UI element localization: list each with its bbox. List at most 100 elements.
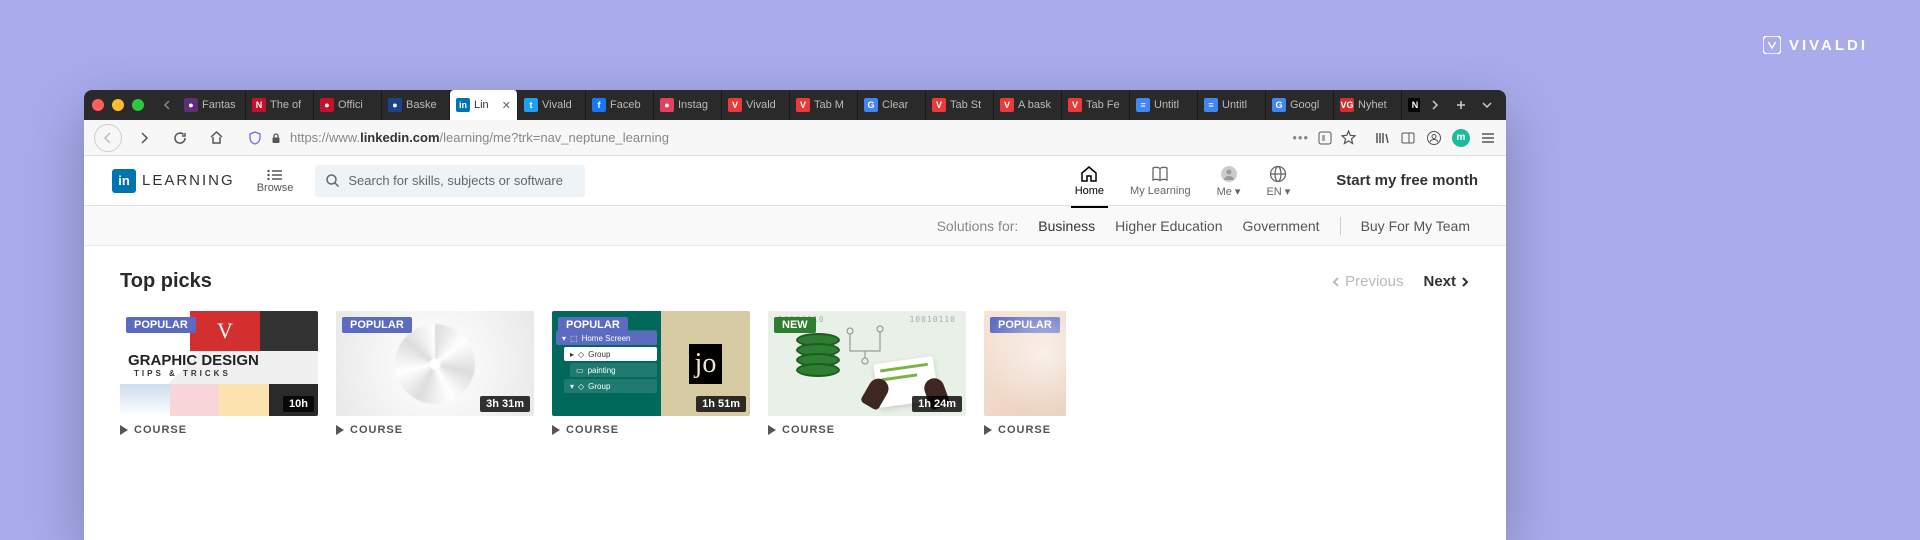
course-card[interactable]: POPULAR COURSE — [984, 311, 1066, 436]
linkedin-logo-text: LEARNING — [142, 172, 235, 189]
tab-title: Instag — [678, 99, 708, 111]
bookmark-star-icon[interactable] — [1341, 130, 1356, 145]
browser-tab[interactable]: ●Baske — [382, 90, 450, 120]
popular-badge: POPULAR — [342, 317, 412, 333]
play-icon — [984, 425, 992, 435]
linkedin-logo-icon: in — [112, 169, 136, 193]
linkedin-header: in LEARNING Browse Search for skills, su… — [84, 156, 1506, 206]
tab-title: Tab St — [950, 99, 981, 111]
divider — [1340, 217, 1341, 235]
card-meta: COURSE — [984, 424, 1066, 436]
nav-language[interactable]: EN ▾ — [1266, 164, 1290, 198]
browse-button[interactable]: Browse — [249, 168, 302, 194]
course-card[interactable]: ▾ ⬚ Home Screen ▸ ◇ Group ▭ painting ▾ ◇… — [552, 311, 750, 436]
chevron-right-icon — [1460, 276, 1470, 288]
browser-tab[interactable]: NNe — [1402, 90, 1420, 120]
subnav-higher-education[interactable]: Higher Education — [1115, 218, 1222, 234]
browser-tab[interactable]: VTab Fe — [1062, 90, 1130, 120]
window-close-button[interactable] — [92, 99, 104, 111]
browser-tab[interactable]: V A bask — [994, 90, 1062, 120]
tab-scroll-right-button[interactable] — [1424, 94, 1446, 116]
subnav-buy[interactable]: Buy For My Team — [1361, 218, 1470, 234]
tab-title: Vivald — [542, 99, 572, 111]
tab-favicon: G — [864, 98, 878, 112]
page-actions-icon[interactable]: ••• — [1292, 130, 1309, 145]
tab-favicon: f — [592, 98, 606, 112]
tab-title: Vivald — [746, 99, 776, 111]
browser-tab[interactable]: fFaceb — [586, 90, 654, 120]
next-button[interactable]: Next — [1423, 273, 1470, 290]
forward-button[interactable] — [130, 124, 158, 152]
browser-tab[interactable]: G Clear — [858, 90, 926, 120]
tab-scroll-left-button[interactable] — [156, 94, 178, 116]
home-button[interactable] — [202, 124, 230, 152]
library-icon[interactable] — [1374, 130, 1390, 146]
reader-mode-icon[interactable] — [1317, 130, 1333, 146]
lock-icon — [270, 132, 282, 144]
course-card[interactable]: V GRAPHIC DESIGN TIPS & TRICKS POPULAR 1… — [120, 311, 318, 436]
browser-tab[interactable]: GGoogl — [1266, 90, 1334, 120]
browser-tab[interactable]: ≡Untitl — [1198, 90, 1266, 120]
tab-title: Clear — [882, 99, 908, 111]
cta-button[interactable]: Start my free month — [1336, 172, 1478, 189]
tab-favicon: in — [456, 98, 470, 112]
tab-close-button[interactable]: ✕ — [502, 99, 511, 112]
back-button[interactable] — [94, 124, 122, 152]
nav-me[interactable]: Me ▾ — [1217, 164, 1241, 198]
tab-title: Googl — [1290, 99, 1319, 111]
card-meta: COURSE — [336, 424, 534, 436]
browser-tab[interactable]: ●Fantas — [178, 90, 246, 120]
chevron-left-icon — [1331, 276, 1341, 288]
menu-icon[interactable] — [1480, 130, 1496, 146]
browser-tab[interactable]: N The of — [246, 90, 314, 120]
tab-favicon: V — [1000, 98, 1014, 112]
browser-tab[interactable]: VGNyhet — [1334, 90, 1402, 120]
browser-tab[interactable]: VTab M — [790, 90, 858, 120]
browser-tab[interactable]: V Vivald — [722, 90, 790, 120]
tab-title: Nyhet — [1358, 99, 1387, 111]
user-icon — [1219, 164, 1239, 184]
tab-title: The of — [270, 99, 301, 111]
section-title: Top picks — [120, 270, 212, 293]
tab-list-button[interactable] — [1476, 94, 1498, 116]
course-card[interactable]: 10100110 10010110 NEW 1h 24m COURSE — [768, 311, 966, 436]
browser-tab[interactable]: VTab St — [926, 90, 994, 120]
window-maximize-button[interactable] — [132, 99, 144, 111]
duration-badge: 1h 51m — [696, 396, 746, 412]
course-thumbnail: 10100110 10010110 NEW 1h 24m — [768, 311, 966, 416]
nav-home[interactable]: Home — [1075, 164, 1104, 197]
reload-button[interactable] — [166, 124, 194, 152]
sidebar-icon[interactable] — [1400, 130, 1416, 146]
tab-favicon: N — [252, 98, 266, 112]
linkedin-logo[interactable]: in LEARNING — [112, 169, 235, 193]
linkedin-subnav: Solutions for: Business Higher Education… — [84, 206, 1506, 246]
tab-favicon: V — [728, 98, 742, 112]
globe-icon — [1268, 164, 1288, 184]
browser-tab[interactable]: ● Instag — [654, 90, 722, 120]
nav-my-learning[interactable]: My Learning — [1130, 164, 1191, 197]
subnav-government[interactable]: Government — [1243, 218, 1320, 234]
play-icon — [336, 425, 344, 435]
card-meta: COURSE — [768, 424, 966, 436]
window-minimize-button[interactable] — [112, 99, 124, 111]
browser-tab[interactable]: ●Offici — [314, 90, 382, 120]
profile-avatar[interactable]: m — [1452, 129, 1470, 147]
search-input[interactable]: Search for skills, subjects or software — [315, 165, 585, 197]
browser-tab[interactable]: ≡Untitl — [1130, 90, 1198, 120]
play-icon — [768, 425, 776, 435]
subnav-business[interactable]: Business — [1038, 218, 1095, 234]
vivaldi-brand-text: VIVALDI — [1789, 37, 1868, 54]
browser-tab[interactable]: tVivald — [518, 90, 586, 120]
tab-title: A bask — [1018, 99, 1051, 111]
tab-title: Tab Fe — [1086, 99, 1120, 111]
tab-favicon: ● — [660, 98, 674, 112]
tab-favicon: ● — [320, 98, 334, 112]
account-icon[interactable] — [1426, 130, 1442, 146]
previous-button[interactable]: Previous — [1331, 273, 1403, 290]
url-bar[interactable]: https://www.linkedin.com/learning/me?trk… — [238, 124, 1366, 152]
browser-tab[interactable]: inLin✕ — [450, 90, 518, 120]
url-text: https://www.linkedin.com/learning/me?trk… — [290, 130, 1284, 145]
course-card[interactable]: POPULAR 3h 31m COURSE — [336, 311, 534, 436]
new-tab-button[interactable] — [1450, 94, 1472, 116]
list-icon — [266, 168, 284, 182]
